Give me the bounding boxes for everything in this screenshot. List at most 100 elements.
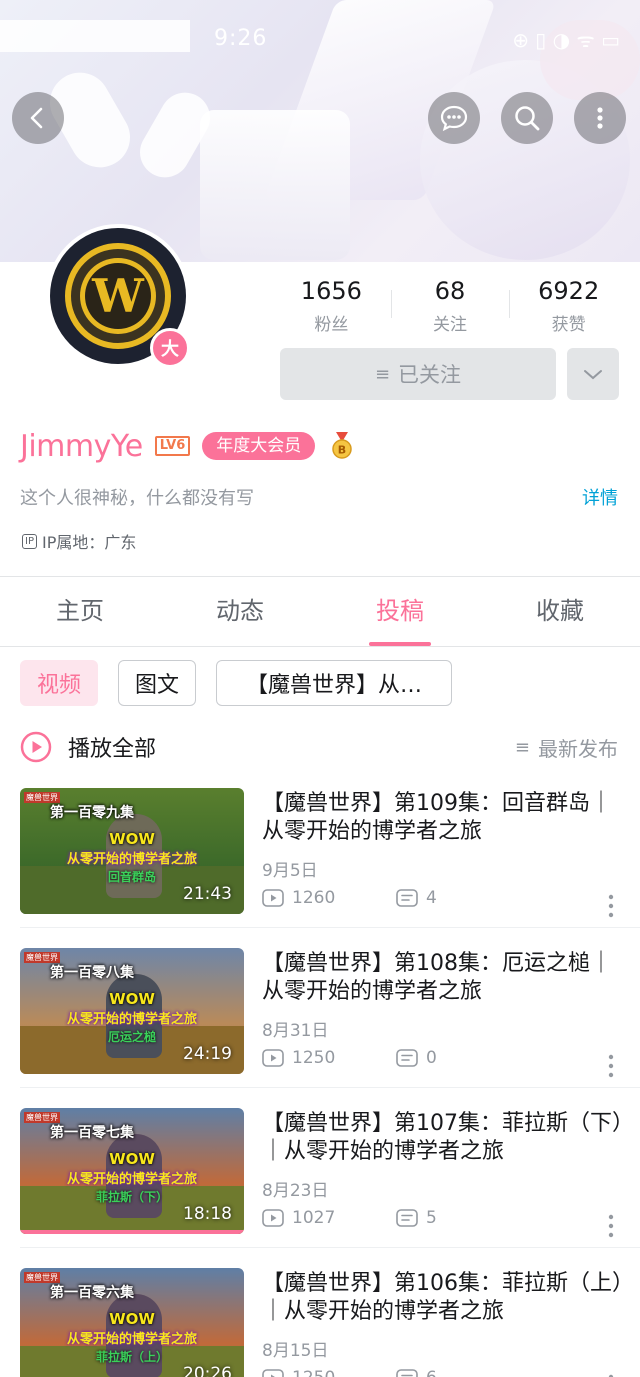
video-more-icon[interactable] [608,1214,614,1238]
stat-label: 粉丝 [314,315,349,335]
video-more-icon[interactable] [608,1054,614,1078]
filter-article[interactable]: 图文 [118,660,196,706]
play-count-icon [262,1369,284,1377]
video-meta: 1250 0 [262,1048,437,1068]
video-title[interactable]: 【魔兽世界】第109集：回音群岛｜从零开始的博学者之旅 [262,790,626,846]
stat-label: 关注 [433,315,467,335]
tab-favorites[interactable]: 收藏 [480,577,640,646]
ip-location-text: IP属地：广东 [41,533,137,552]
filter-series[interactable]: 【魔兽世界】从… [216,660,452,706]
back-arrow-icon [30,107,43,129]
sort-button[interactable]: ≡ 最新发布 [515,733,618,762]
profile-tabs: 主页 动态 投稿 收藏 [0,577,640,647]
video-meta: 1250 6 [262,1368,437,1377]
video-thumbnail[interactable]: 魔兽世界 第一百零九集 WOW 从零开始的博学者之旅 回音群岛 21:43 [20,788,244,914]
followed-button[interactable]: ≡ 已关注 [280,348,556,400]
follow-dropdown-button[interactable] [567,348,619,400]
thumb-episode: 第一百零七集 [50,1125,134,1141]
play-count: 1027 [292,1208,336,1228]
video-meta: 1027 5 [262,1208,437,1228]
play-count: 1250 [292,1368,335,1377]
sort-icon: ≡ [514,737,530,758]
stat-likes[interactable]: 6922 获赞 [509,276,628,336]
video-date: 8月31日 [262,1021,329,1041]
thumb-episode: 第一百零八集 [50,965,134,981]
watch-progress [20,1230,244,1234]
more-button[interactable] [574,92,626,144]
followed-label: 已关注 [398,363,462,387]
thumb-episode: 第一百零六集 [50,1285,134,1301]
signature: 这个人很神秘，什么都没有写 [20,488,254,509]
thumb-series: 从零开始的博学者之旅 [66,1012,197,1027]
vip-tag[interactable]: 年度大会员 [202,432,316,460]
thumb-wow: WOW [109,1150,155,1168]
filter-video[interactable]: 视频 [20,660,98,706]
back-button[interactable] [12,92,64,144]
ip-icon: IP [22,533,37,549]
play-count-icon [262,1209,284,1227]
play-count: 1260 [292,888,336,908]
search-icon [515,106,540,131]
thumb-wow: WOW [109,1310,155,1328]
video-item[interactable]: 魔兽世界 第一百零六集 WOW 从零开始的博学者之旅 菲拉斯（上） 20:26 … [0,1248,640,1377]
video-item[interactable]: 魔兽世界 第一百零七集 WOW 从零开始的博学者之旅 菲拉斯（下） 18:18 … [0,1088,640,1248]
stat-value: 6922 [538,277,600,305]
video-thumbnail[interactable]: 魔兽世界 第一百零六集 WOW 从零开始的博学者之旅 菲拉斯（上） 20:26 [20,1268,244,1377]
thumb-series: 从零开始的博学者之旅 [66,1332,197,1347]
stat-value: 68 [434,277,466,305]
video-duration: 21:43 [183,884,232,904]
thumb-series: 从零开始的博学者之旅 [66,852,197,867]
play-count-icon [262,889,284,907]
video-duration: 18:18 [183,1204,232,1224]
thumb-episode: 第一百零九集 [50,805,134,821]
avatar-letter: W [91,269,145,323]
status-time: 9:26 [214,26,268,51]
play-all-label: 播放全部 [68,737,157,762]
svg-text:B: B [338,444,346,457]
play-all-button[interactable]: 播放全部 [20,728,156,766]
profile-stats: 1656 粉丝 68 关注 6922 获赞 [272,276,628,336]
comment-count-icon [396,1049,418,1067]
video-item[interactable]: 魔兽世界 第一百零八集 WOW 从零开始的博学者之旅 厄运之槌 24:19 【魔… [0,928,640,1088]
play-circle-icon [20,731,52,763]
video-date: 9月5日 [262,861,318,881]
video-title[interactable]: 【魔兽世界】第107集：菲拉斯（下）｜从零开始的博学者之旅 [262,1110,626,1166]
stat-following[interactable]: 68 关注 [390,276,510,336]
comment-count: 5 [426,1208,437,1228]
tab-home[interactable]: 主页 [0,577,160,646]
name-row: JimmyYe LV6 年度大会员 B [20,425,353,467]
tab-uploads[interactable]: 投稿 [320,577,480,646]
video-duration: 24:19 [183,1044,232,1064]
stat-fans[interactable]: 1656 粉丝 [272,276,391,336]
video-title[interactable]: 【魔兽世界】第106集：菲拉斯（上）｜从零开始的博学者之旅 [262,1270,626,1326]
video-duration: 20:26 [183,1364,232,1377]
more-vertical-icon [597,107,603,129]
thumb-subtitle: 回音群岛 [107,870,156,884]
chat-icon [440,105,468,132]
video-date: 8月23日 [262,1181,329,1201]
thumb-subtitle: 厄运之槌 [107,1030,156,1044]
menu-lines-icon: ≡ [374,363,391,385]
video-title[interactable]: 【魔兽世界】第108集：厄运之槌｜从零开始的博学者之旅 [262,950,626,1006]
medal-icon[interactable]: B [331,432,353,460]
stat-label: 获赞 [551,315,586,335]
thumb-wow: WOW [109,990,155,1008]
comment-count-icon [396,1369,418,1377]
comment-count: 6 [426,1368,437,1377]
ip-location: IP IP属地：广东 [22,529,136,553]
video-item[interactable]: 魔兽世界 第一百零九集 WOW 从零开始的博学者之旅 回音群岛 21:43 【魔… [0,768,640,928]
video-thumbnail[interactable]: 魔兽世界 第一百零八集 WOW 从零开始的博学者之旅 厄运之槌 24:19 [20,948,244,1074]
message-button[interactable] [428,92,480,144]
level-badge: LV6 [154,436,191,456]
vip-badge: 大 [150,328,190,368]
tab-dynamic[interactable]: 动态 [160,577,320,646]
comment-count-icon [396,889,418,907]
detail-link[interactable]: 详情 [582,484,618,510]
video-thumbnail[interactable]: 魔兽世界 第一百零七集 WOW 从零开始的博学者之旅 菲拉斯（下） 18:18 [20,1108,244,1234]
status-icons: ⊕ ▯ ◑ ᯤ ▭ [512,28,620,52]
video-more-icon[interactable] [608,894,614,918]
comment-count-icon [396,1209,418,1227]
chevron-down-icon [584,370,602,380]
search-button[interactable] [501,92,553,144]
video-meta: 1260 4 [262,888,437,908]
